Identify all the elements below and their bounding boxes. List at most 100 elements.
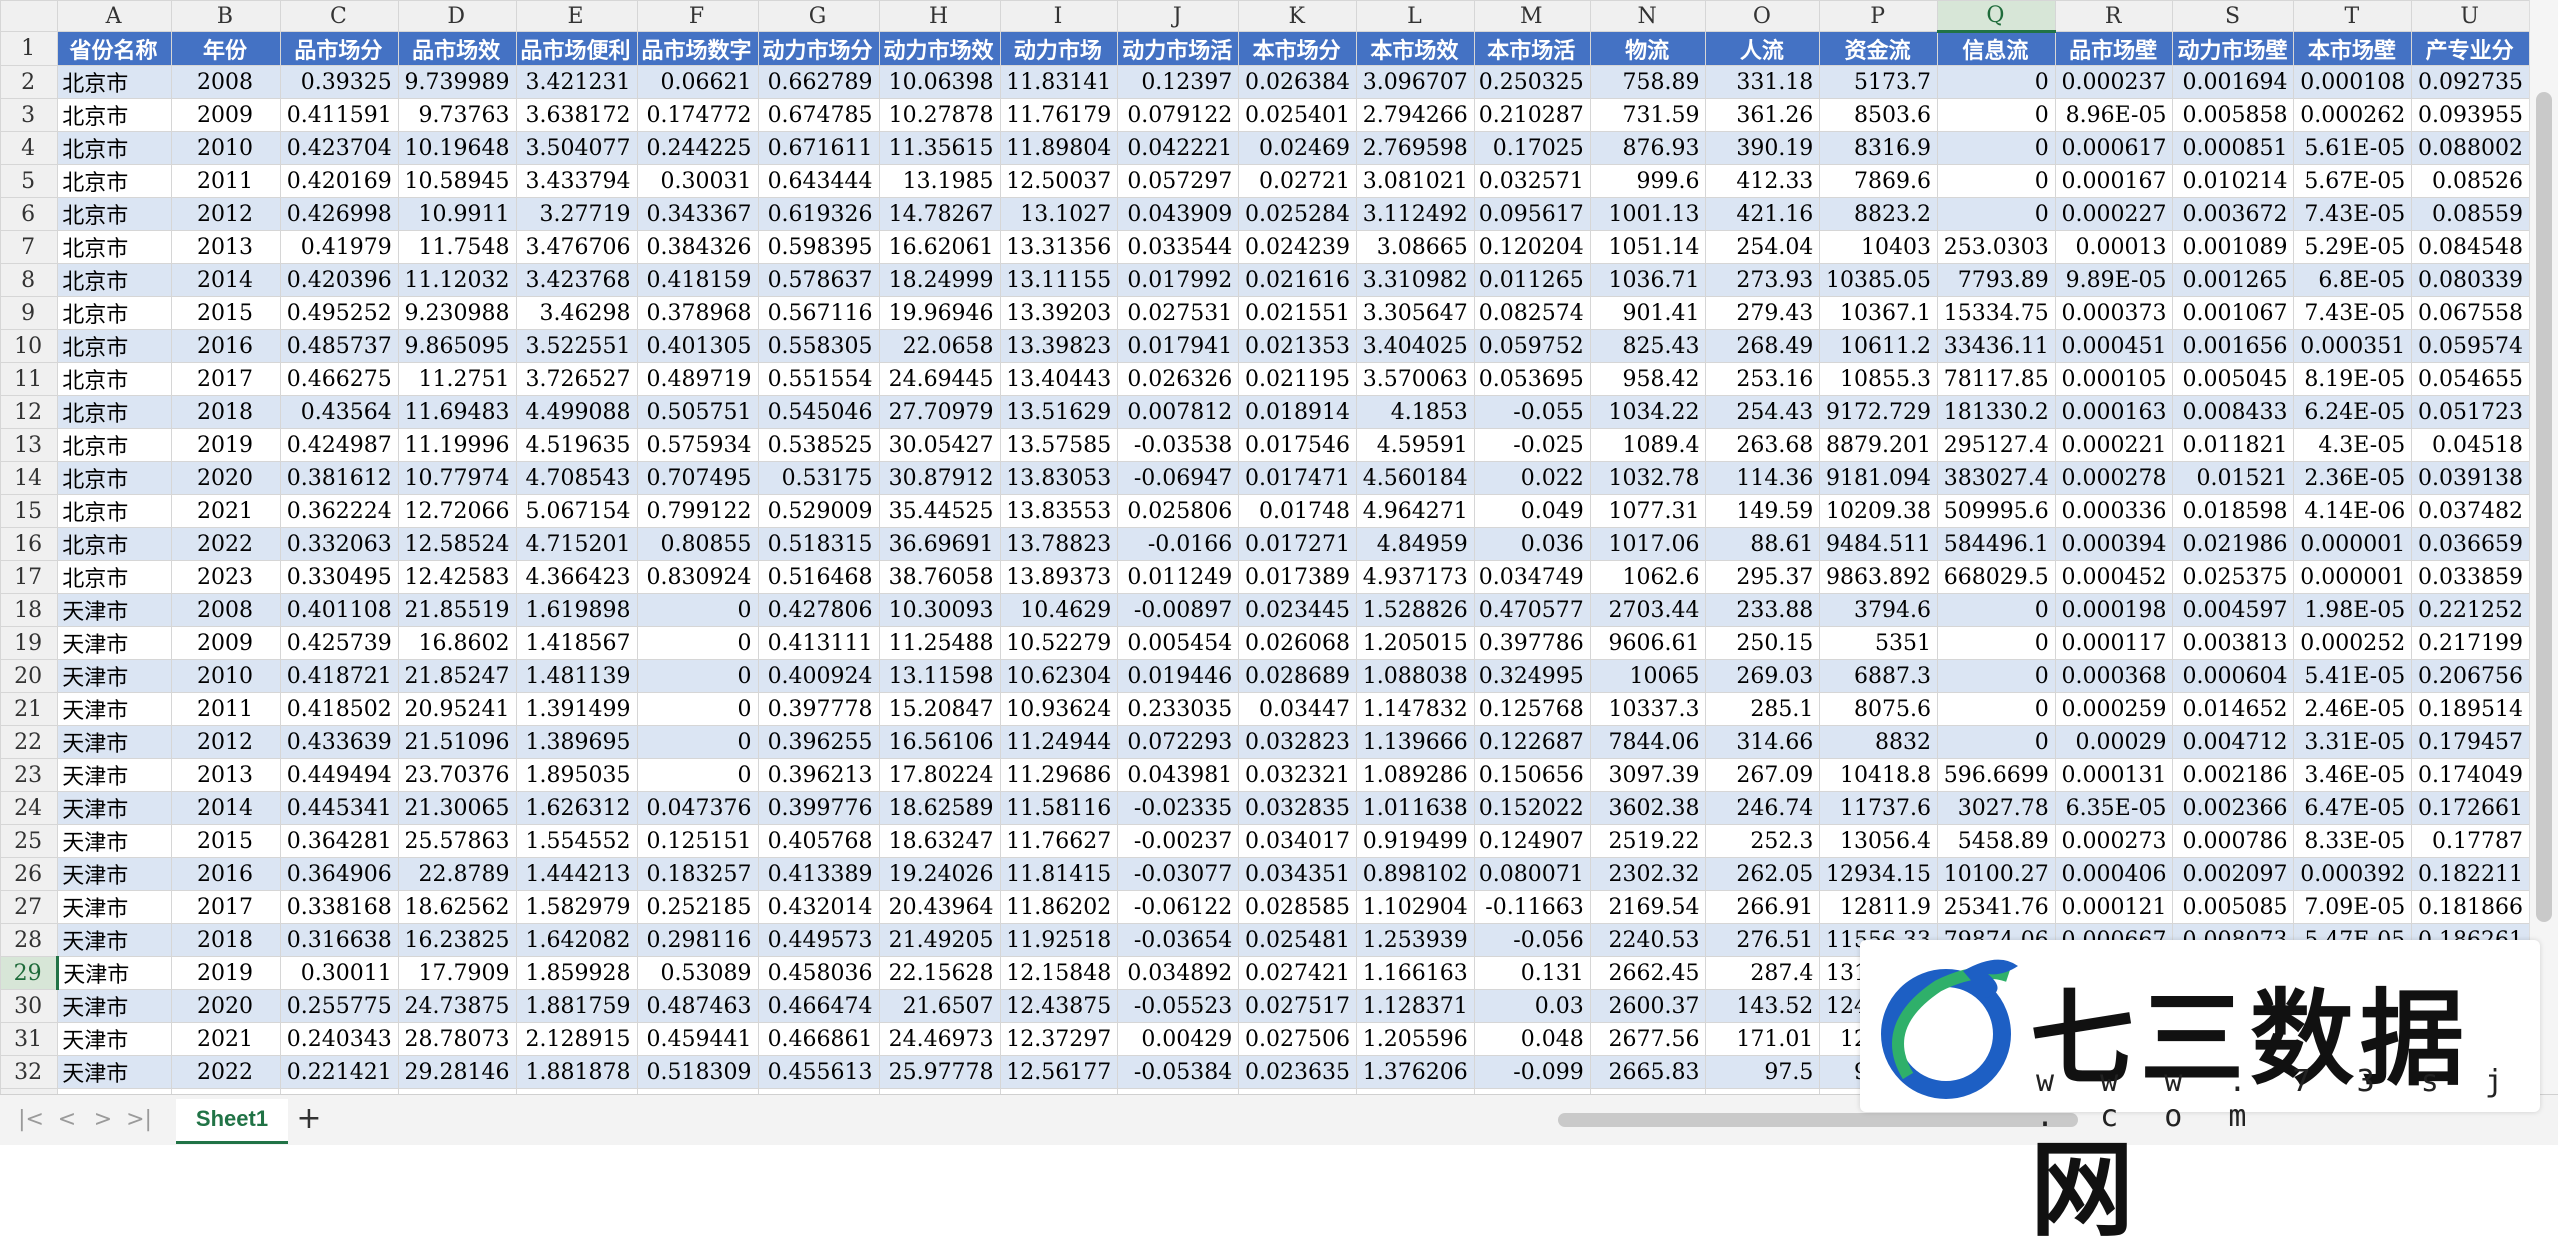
- table-cell[interactable]: 0.000001: [2293, 527, 2413, 561]
- table-cell[interactable]: 0.059574: [2411, 329, 2530, 363]
- table-cell[interactable]: 295.37: [1705, 560, 1821, 594]
- table-cell[interactable]: 27.70979: [878, 395, 1001, 429]
- table-cell[interactable]: 0.025806: [1117, 494, 1240, 528]
- table-cell[interactable]: 1017.06: [1589, 527, 1707, 561]
- table-cell[interactable]: 29.28146: [397, 1055, 517, 1089]
- table-cell[interactable]: 12.72066: [397, 494, 517, 528]
- spreadsheet-grid-area[interactable]: ABCDEFGHIJKLMNOPQRSTU 1 省份名称 年份 品市场分 品市场效 品市场…: [0, 0, 2530, 1094]
- table-cell[interactable]: 0.426998: [280, 197, 399, 231]
- table-cell[interactable]: 13.39823: [999, 329, 1119, 363]
- table-cell[interactable]: 0.244225: [636, 131, 759, 165]
- table-cell[interactable]: 0.001265: [2172, 263, 2295, 297]
- table-cell[interactable]: 0.025401: [1238, 98, 1358, 132]
- table-cell[interactable]: 2240.53: [1589, 923, 1707, 957]
- table-cell[interactable]: 0.080339: [2411, 263, 2530, 297]
- table-cell[interactable]: 0.174049: [2411, 758, 2530, 792]
- table-cell[interactable]: 0.042221: [1117, 131, 1240, 165]
- table-cell[interactable]: 3.27719: [515, 197, 638, 231]
- table-cell[interactable]: 901.41: [1589, 296, 1707, 330]
- table-cell[interactable]: 12.42583: [397, 560, 517, 594]
- table-cell[interactable]: 0.010214: [2172, 164, 2295, 198]
- table-cell[interactable]: 天津市: [57, 824, 172, 858]
- table-cell[interactable]: 天津市: [57, 659, 172, 693]
- column-header[interactable]: A: [57, 0, 172, 32]
- table-cell[interactable]: 0.017546: [1238, 428, 1358, 462]
- table-cell[interactable]: 0.459441: [636, 1022, 759, 1056]
- table-cell[interactable]: 0.005045: [2172, 362, 2295, 396]
- table-cell[interactable]: 0.039138: [2411, 461, 2530, 495]
- table-cell[interactable]: 北京市: [57, 428, 172, 462]
- table-cell[interactable]: 0.000452: [2054, 560, 2174, 594]
- table-cell[interactable]: 19.96946: [878, 296, 1001, 330]
- table-cell[interactable]: 4.708543: [515, 461, 638, 495]
- table-cell[interactable]: 0.17787: [2411, 824, 2530, 858]
- table-cell[interactable]: 17.7909: [397, 956, 517, 990]
- column-title-cell[interactable]: 品市场分: [280, 31, 399, 66]
- table-cell[interactable]: -0.02335: [1117, 791, 1240, 825]
- table-cell[interactable]: 12.56177: [999, 1055, 1119, 1089]
- table-cell[interactable]: 22.15628: [878, 956, 1001, 990]
- table-cell[interactable]: 天津市: [57, 956, 172, 990]
- table-cell[interactable]: -0.025: [1473, 428, 1591, 462]
- table-cell[interactable]: 0.538525: [757, 428, 880, 462]
- table-cell[interactable]: 0.036: [1473, 527, 1591, 561]
- table-cell[interactable]: 0.025481: [1238, 923, 1358, 957]
- table-cell[interactable]: -0.03077: [1117, 857, 1240, 891]
- add-sheet-button[interactable]: +: [292, 1103, 326, 1137]
- column-title-cell[interactable]: 品市场壁: [2054, 31, 2174, 66]
- table-cell[interactable]: 38.76058: [878, 560, 1001, 594]
- table-cell[interactable]: 2015: [170, 824, 282, 858]
- table-cell[interactable]: 4.1853: [1356, 395, 1475, 429]
- table-cell[interactable]: 5351: [1819, 626, 1939, 660]
- table-cell[interactable]: 0.000252: [2293, 626, 2413, 660]
- table-cell[interactable]: 876.93: [1589, 131, 1707, 165]
- table-cell[interactable]: 0.017992: [1117, 263, 1240, 297]
- table-cell[interactable]: 10.77974: [397, 461, 517, 495]
- table-cell[interactable]: 0.001089: [2172, 230, 2295, 264]
- table-cell[interactable]: 北京市: [57, 98, 172, 132]
- column-title-cell[interactable]: 品市场效: [397, 31, 517, 66]
- table-cell[interactable]: 584496.1: [1937, 527, 2056, 561]
- table-cell[interactable]: 0.000108: [2293, 65, 2413, 99]
- table-cell[interactable]: 0.364281: [280, 824, 399, 858]
- column-header[interactable]: C: [280, 0, 399, 32]
- table-cell[interactable]: 1.626312: [515, 791, 638, 825]
- column-header[interactable]: E: [515, 0, 638, 32]
- table-cell[interactable]: 0.316638: [280, 923, 399, 957]
- table-cell[interactable]: 0.054655: [2411, 362, 2530, 396]
- table-cell[interactable]: 10.06398: [878, 65, 1001, 99]
- table-cell[interactable]: 0.378968: [636, 296, 759, 330]
- column-title-cell[interactable]: 动力市场分: [757, 31, 880, 66]
- table-cell[interactable]: 0.048: [1473, 1022, 1591, 1056]
- table-cell[interactable]: 0.000227: [2054, 197, 2174, 231]
- table-cell[interactable]: 10611.2: [1819, 329, 1939, 363]
- row-header[interactable]: 7: [0, 230, 59, 264]
- table-cell[interactable]: 0.084548: [2411, 230, 2530, 264]
- table-cell[interactable]: 北京市: [57, 395, 172, 429]
- table-cell[interactable]: 0.000221: [2054, 428, 2174, 462]
- column-header[interactable]: L: [1356, 0, 1475, 32]
- table-cell[interactable]: 0.08526: [2411, 164, 2530, 198]
- table-cell[interactable]: 28.78073: [397, 1022, 517, 1056]
- table-cell[interactable]: 758.89: [1589, 65, 1707, 99]
- table-cell[interactable]: 18.62589: [878, 791, 1001, 825]
- table-cell[interactable]: 11.89804: [999, 131, 1119, 165]
- table-cell[interactable]: 0.413111: [757, 626, 880, 660]
- table-cell[interactable]: 0.025375: [2172, 560, 2295, 594]
- table-cell[interactable]: -0.11663: [1473, 890, 1591, 924]
- table-cell[interactable]: 0.12397: [1117, 65, 1240, 99]
- table-cell[interactable]: 3.504077: [515, 131, 638, 165]
- table-cell[interactable]: 0.028689: [1238, 659, 1358, 693]
- table-cell[interactable]: 0.671611: [757, 131, 880, 165]
- table-cell[interactable]: 6.8E-05: [2293, 263, 2413, 297]
- table-cell[interactable]: 北京市: [57, 230, 172, 264]
- table-cell[interactable]: 北京市: [57, 494, 172, 528]
- table-cell[interactable]: 18.24999: [878, 263, 1001, 297]
- table-cell[interactable]: 0.401108: [280, 593, 399, 627]
- table-cell[interactable]: 0.027506: [1238, 1022, 1358, 1056]
- table-cell[interactable]: 8503.6: [1819, 98, 1939, 132]
- table-cell[interactable]: 0.233035: [1117, 692, 1240, 726]
- table-cell[interactable]: 0.000105: [2054, 362, 2174, 396]
- table-cell[interactable]: 10100.27: [1937, 857, 2056, 891]
- column-title-cell[interactable]: 本市场活: [1473, 31, 1591, 66]
